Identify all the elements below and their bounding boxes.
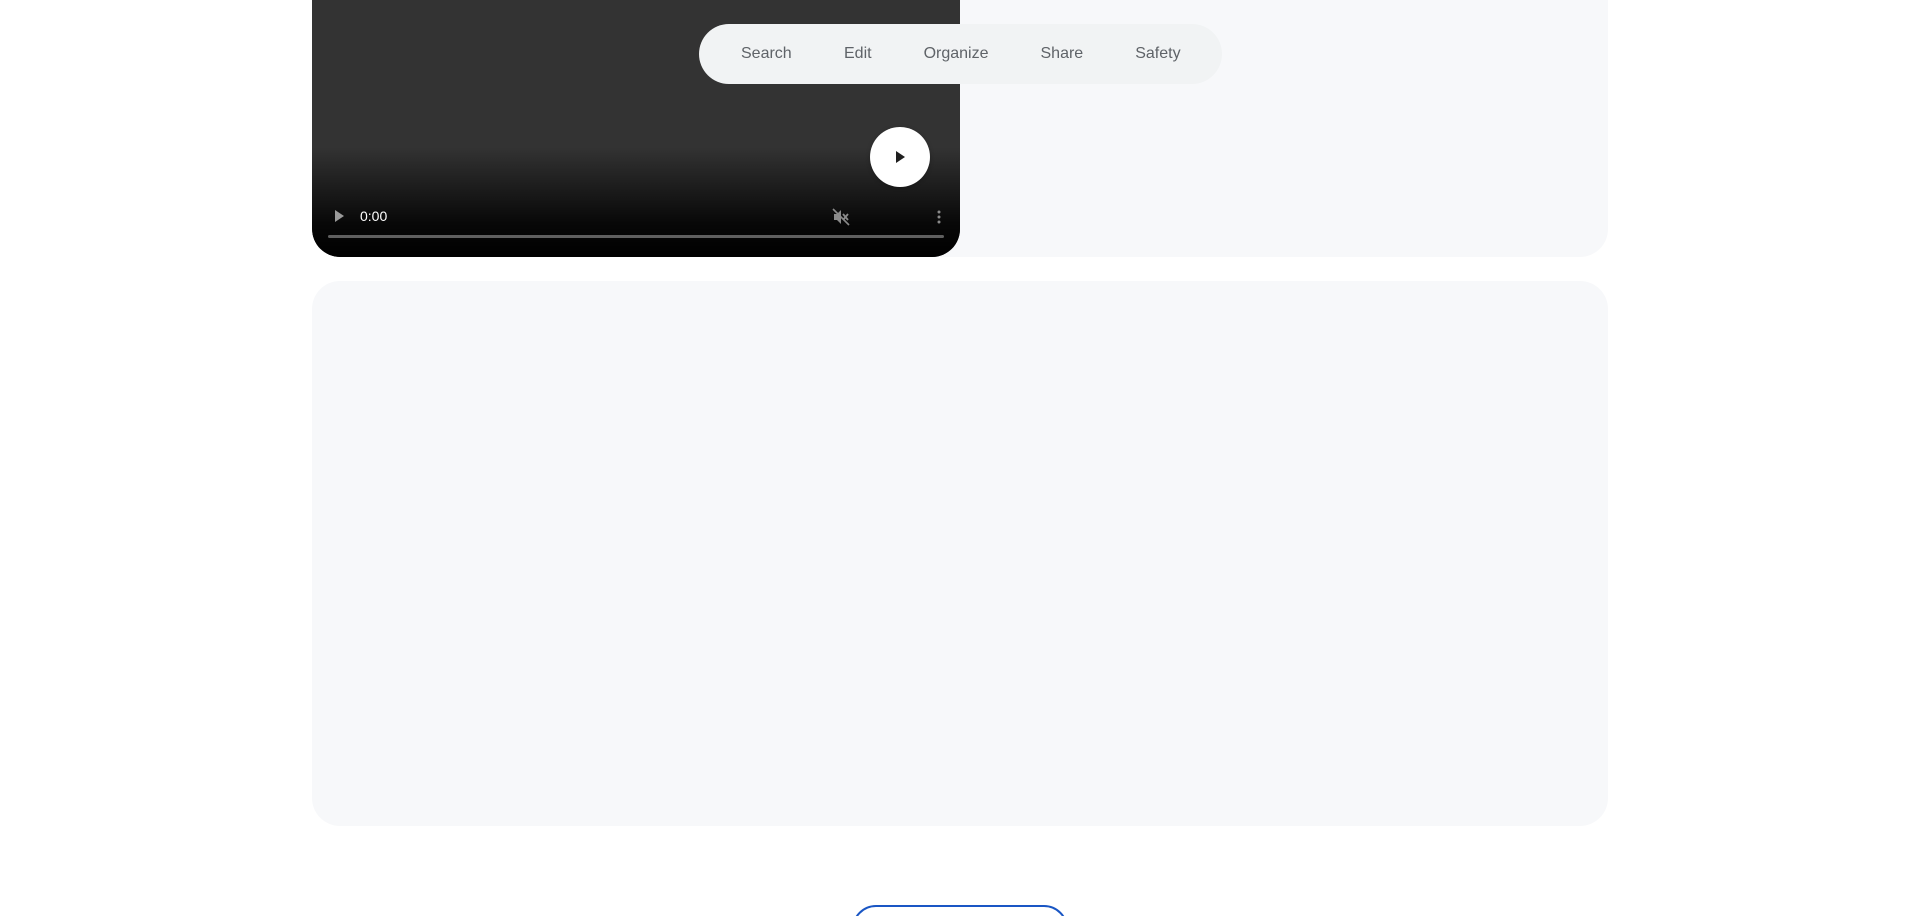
content-card <box>312 281 1608 826</box>
play-icon <box>896 151 905 163</box>
video-current-time: 0:00 <box>360 208 388 224</box>
play-icon <box>335 210 344 222</box>
feature-nav: Search Edit Organize Share Safety <box>699 24 1222 84</box>
nav-item-edit[interactable]: Edit <box>844 45 872 63</box>
page: 0:00 Search Edit Organize Share Safety <box>0 0 1920 916</box>
video-progress-bar[interactable] <box>328 235 944 238</box>
muted-speaker-icon <box>832 208 850 226</box>
nav-item-organize[interactable]: Organize <box>924 45 989 63</box>
more-vertical-icon <box>937 210 941 224</box>
play-button[interactable] <box>330 207 348 225</box>
nav-item-safety[interactable]: Safety <box>1135 45 1180 63</box>
mute-button[interactable] <box>830 206 852 228</box>
nav-item-share[interactable]: Share <box>1041 45 1084 63</box>
big-play-button[interactable] <box>870 127 930 187</box>
video-controls: 0:00 <box>312 197 960 257</box>
nav-item-search[interactable]: Search <box>741 45 792 63</box>
more-options-button[interactable] <box>934 206 944 228</box>
cta-button[interactable] <box>852 905 1068 916</box>
